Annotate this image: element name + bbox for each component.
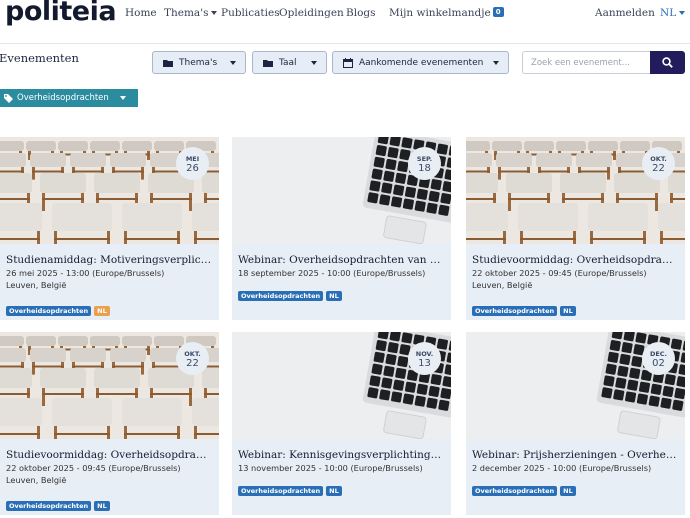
themes-filter-button[interactable]: Thema's bbox=[152, 51, 246, 74]
date-badge: NOV. 13 bbox=[408, 342, 441, 375]
date-badge-month: SEP. bbox=[416, 155, 433, 163]
event-title[interactable]: Studienamiddag: Motiveringsverplichting … bbox=[6, 254, 212, 266]
topic-badge[interactable]: Overheidsopdrachten bbox=[472, 306, 558, 316]
nav-cart[interactable]: Mijn winkelmandje 0 bbox=[389, 7, 504, 19]
date-badge-month: MEI bbox=[185, 155, 200, 163]
nav-themes[interactable]: Thema's bbox=[164, 7, 218, 19]
event-card[interactable]: OKT. 22 Studievoormiddag: Overheidsopdrach… bbox=[0, 332, 219, 515]
event-tags: Overheidsopdrachten NL bbox=[472, 478, 579, 497]
date-badge: SEP. 18 bbox=[408, 147, 441, 180]
event-card[interactable]: DEC. 02 Webinar: Prijsherzieningen - Overh… bbox=[466, 332, 685, 515]
event-date: 18 september 2025 - 10:00 (Europe/Brusse… bbox=[238, 268, 426, 278]
topic-badge[interactable]: Overheidsopdrachten bbox=[6, 501, 92, 511]
chevron-down-icon bbox=[120, 96, 126, 100]
date-badge-day: 26 bbox=[186, 163, 199, 174]
language-badge[interactable]: NL bbox=[94, 501, 110, 511]
event-date: 26 mei 2025 - 13:00 (Europe/Brussels) bbox=[6, 268, 165, 278]
search-button[interactable] bbox=[650, 51, 685, 74]
search-input[interactable] bbox=[522, 51, 650, 74]
language-badge[interactable]: NL bbox=[326, 291, 342, 301]
date-badge-day: 22 bbox=[186, 358, 199, 369]
active-tag-label: Overheidsopdrachten bbox=[17, 93, 109, 103]
date-badge-month: NOV. bbox=[415, 350, 434, 358]
calendar-icon bbox=[343, 57, 353, 68]
chevron-down-icon bbox=[493, 61, 499, 65]
date-filter-button[interactable]: Aankomende evenementen bbox=[332, 51, 509, 74]
page-title: Evenementen bbox=[0, 51, 79, 65]
event-tags: Overheidsopdrachten NL bbox=[238, 283, 345, 302]
date-badge: OKT. 22 bbox=[642, 147, 675, 180]
event-title[interactable]: Studievoormiddag: Overheidsopdrachten ..… bbox=[6, 449, 212, 461]
folder-icon bbox=[163, 59, 173, 67]
event-location: Leuven, België bbox=[6, 475, 67, 485]
active-tag-filter[interactable]: Overheidsopdrachten bbox=[0, 89, 138, 107]
event-card[interactable]: MEI 26 Studienamiddag: Motiveringsverplich… bbox=[0, 137, 219, 320]
event-date: 22 oktober 2025 - 09:45 (Europe/Brussels… bbox=[6, 463, 181, 473]
language-filter-label: Taal bbox=[279, 57, 297, 68]
topic-badge[interactable]: Overheidsopdrachten bbox=[238, 486, 324, 496]
event-tags: Overheidsopdrachten NL bbox=[472, 298, 579, 317]
date-badge: MEI 26 bbox=[176, 147, 209, 180]
nav-courses[interactable]: Opleidingen bbox=[279, 7, 344, 19]
event-title[interactable]: Studievoormiddag: Overheidsopdrachten ..… bbox=[472, 254, 678, 266]
nav-blogs[interactable]: Blogs bbox=[346, 7, 376, 19]
date-badge-day: 02 bbox=[652, 358, 665, 369]
event-location: Leuven, België bbox=[472, 280, 533, 290]
nav-home[interactable]: Home bbox=[125, 7, 157, 19]
event-tags: Overheidsopdrachten NL bbox=[6, 298, 113, 317]
top-navigation: politeia Home Thema's Publicaties Opleid… bbox=[0, 0, 690, 44]
chevron-down-icon bbox=[211, 11, 218, 15]
chevron-down-icon bbox=[679, 11, 686, 15]
nav-publications[interactable]: Publicaties bbox=[221, 7, 280, 19]
topic-badge[interactable]: Overheidsopdrachten bbox=[6, 306, 92, 316]
language-badge[interactable]: NL bbox=[560, 306, 576, 316]
event-date: 13 november 2025 - 10:00 (Europe/Brussel… bbox=[238, 463, 423, 473]
cart-count-badge: 0 bbox=[492, 7, 504, 17]
language-badge[interactable]: NL bbox=[326, 486, 342, 496]
date-filter-label: Aankomende evenementen bbox=[359, 57, 484, 68]
date-badge: DEC. 02 bbox=[642, 342, 675, 375]
event-card[interactable]: OKT. 22 Studievoormiddag: Overheidsopdrach… bbox=[466, 137, 685, 320]
nav-themes-label: Thema's bbox=[164, 7, 209, 19]
event-card[interactable]: NOV. 13 Webinar: Kennisgevingsverplichting… bbox=[232, 332, 451, 515]
language-badge[interactable]: NL bbox=[94, 306, 110, 316]
language-selector[interactable]: NL bbox=[660, 7, 686, 19]
event-title[interactable]: Webinar: Prijsherzieningen - Overheidsop… bbox=[472, 449, 678, 461]
date-badge-month: OKT. bbox=[650, 155, 667, 163]
event-title[interactable]: Webinar: Kennisgevingsverplichtingen ... bbox=[238, 449, 444, 461]
themes-filter-label: Thema's bbox=[179, 57, 218, 68]
chevron-down-icon bbox=[230, 61, 236, 65]
date-badge-day: 22 bbox=[652, 163, 665, 174]
nav-cart-label: Mijn winkelmandje bbox=[389, 7, 491, 19]
topic-badge[interactable]: Overheidsopdrachten bbox=[472, 486, 558, 496]
login-link[interactable]: Aanmelden bbox=[595, 7, 655, 19]
language-badge[interactable]: NL bbox=[560, 486, 576, 496]
chevron-down-icon bbox=[311, 61, 317, 65]
brand-logo[interactable]: politeia bbox=[5, 0, 117, 27]
language-filter-button[interactable]: Taal bbox=[252, 51, 327, 74]
date-badge-day: 13 bbox=[418, 358, 431, 369]
event-card[interactable]: SEP. 18 Webinar: Overheidsopdrachten van b… bbox=[232, 137, 451, 320]
event-location: Leuven, België bbox=[6, 280, 67, 290]
date-badge-day: 18 bbox=[418, 163, 431, 174]
event-image[interactable]: NOV. 13 bbox=[232, 332, 451, 439]
date-badge-month: DEC. bbox=[649, 350, 668, 358]
date-badge: OKT. 22 bbox=[176, 342, 209, 375]
date-badge-month: OKT. bbox=[184, 350, 201, 358]
folder-icon bbox=[263, 59, 273, 67]
event-title[interactable]: Webinar: Overheidsopdrachten van bepaald… bbox=[238, 254, 444, 266]
event-tags: Overheidsopdrachten NL bbox=[238, 478, 345, 497]
tag-icon bbox=[4, 93, 13, 103]
event-image[interactable]: DEC. 02 bbox=[466, 332, 685, 439]
event-date: 22 oktober 2025 - 09:45 (Europe/Brussels… bbox=[472, 268, 647, 278]
event-date: 2 december 2025 - 10:00 (Europe/Brussels… bbox=[472, 463, 652, 473]
topic-badge[interactable]: Overheidsopdrachten bbox=[238, 291, 324, 301]
event-image[interactable]: SEP. 18 bbox=[232, 137, 451, 244]
event-tags: Overheidsopdrachten NL bbox=[6, 493, 113, 512]
event-image[interactable]: OKT. 22 bbox=[466, 137, 685, 244]
event-image[interactable]: MEI 26 bbox=[0, 137, 219, 244]
search-icon bbox=[662, 57, 673, 68]
language-label: NL bbox=[660, 7, 677, 19]
event-image[interactable]: OKT. 22 bbox=[0, 332, 219, 439]
